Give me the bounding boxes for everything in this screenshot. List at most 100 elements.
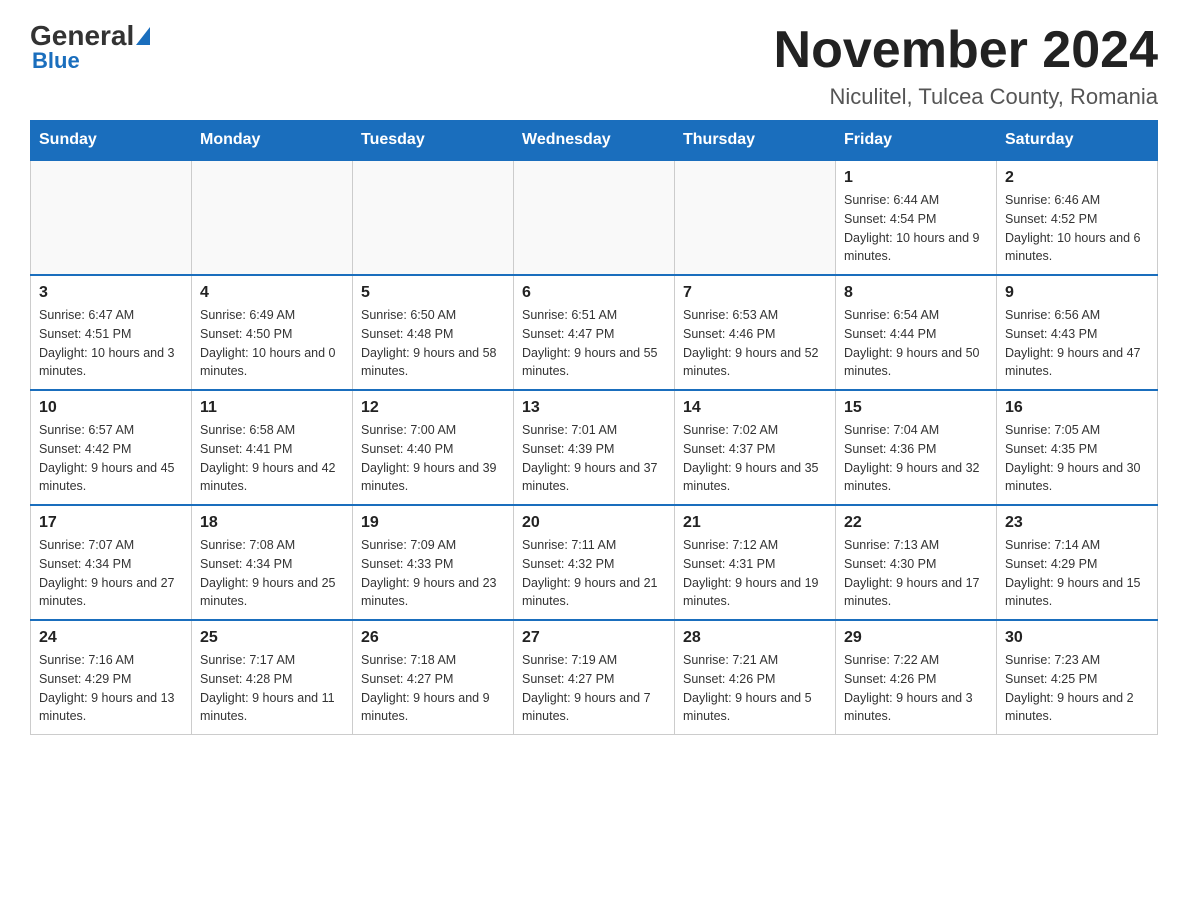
day-header-monday: Monday (192, 121, 353, 161)
calendar-day-9: 9 Sunrise: 6:56 AMSunset: 4:43 PMDaylight… (997, 275, 1158, 390)
calendar-day-15: 15Sunrise: 7:04 AMSunset: 4:36 PMDayligh… (836, 390, 997, 505)
day-info: Sunrise: 7:12 AMSunset: 4:31 PMDaylight:… (683, 536, 827, 611)
day-number: 21 (683, 514, 827, 532)
calendar-day-5: 5 Sunrise: 6:50 AMSunset: 4:48 PMDaylight… (353, 275, 514, 390)
day-info: Sunrise: 7:01 AMSunset: 4:39 PMDaylight:… (522, 421, 666, 496)
calendar-day-2: 2 Sunrise: 6:46 AMSunset: 4:52 PMDaylight… (997, 160, 1158, 275)
day-number: 8 (844, 284, 988, 302)
day-info: Sunrise: 7:07 AMSunset: 4:34 PMDaylight:… (39, 536, 183, 611)
day-header-wednesday: Wednesday (514, 121, 675, 161)
day-info: Sunrise: 7:08 AMSunset: 4:34 PMDaylight:… (200, 536, 344, 611)
title-area: November 2024 Niculitel, Tulcea County, … (774, 20, 1158, 110)
calendar-day-21: 21 Sunrise: 7:12 AMSunset: 4:31 PMDayligh… (675, 505, 836, 620)
day-number: 4 (200, 284, 344, 302)
day-info: Sunrise: 7:05 AMSunset: 4:35 PMDaylight:… (1005, 421, 1149, 496)
calendar-table: SundayMondayTuesdayWednesdayThursdayFrid… (30, 120, 1158, 735)
day-info: Sunrise: 7:17 AMSunset: 4:28 PMDaylight:… (200, 651, 344, 726)
day-info: Sunrise: 6:47 AMSunset: 4:51 PMDaylight:… (39, 306, 183, 381)
calendar-day-20: 20Sunrise: 7:11 AMSunset: 4:32 PMDayligh… (514, 505, 675, 620)
day-number: 27 (522, 629, 666, 647)
calendar-week-row: 17 Sunrise: 7:07 AMSunset: 4:34 PMDayligh… (31, 505, 1158, 620)
calendar-week-row: 24 Sunrise: 7:16 AMSunset: 4:29 PMDayligh… (31, 620, 1158, 735)
day-info: Sunrise: 6:54 AMSunset: 4:44 PMDaylight:… (844, 306, 988, 381)
day-header-thursday: Thursday (675, 121, 836, 161)
day-number: 29 (844, 629, 988, 647)
calendar-empty-cell (192, 160, 353, 275)
calendar-day-23: 23Sunrise: 7:14 AMSunset: 4:29 PMDayligh… (997, 505, 1158, 620)
calendar-day-7: 7 Sunrise: 6:53 AMSunset: 4:46 PMDaylight… (675, 275, 836, 390)
day-number: 7 (683, 284, 827, 302)
day-number: 23 (1005, 514, 1149, 532)
day-number: 9 (1005, 284, 1149, 302)
day-number: 22 (844, 514, 988, 532)
day-number: 3 (39, 284, 183, 302)
logo-arrow-icon (136, 27, 150, 45)
calendar-day-22: 22 Sunrise: 7:13 AMSunset: 4:30 PMDayligh… (836, 505, 997, 620)
day-info: Sunrise: 7:19 AMSunset: 4:27 PMDaylight:… (522, 651, 666, 726)
calendar-subtitle: Niculitel, Tulcea County, Romania (774, 84, 1158, 110)
day-info: Sunrise: 6:44 AMSunset: 4:54 PMDaylight:… (844, 191, 988, 266)
calendar-day-27: 27 Sunrise: 7:19 AMSunset: 4:27 PMDayligh… (514, 620, 675, 735)
day-info: Sunrise: 7:22 AMSunset: 4:26 PMDaylight:… (844, 651, 988, 726)
calendar-empty-cell (353, 160, 514, 275)
calendar-day-17: 17 Sunrise: 7:07 AMSunset: 4:34 PMDayligh… (31, 505, 192, 620)
calendar-day-6: 6 Sunrise: 6:51 AMSunset: 4:47 PMDaylight… (514, 275, 675, 390)
day-number: 12 (361, 399, 505, 417)
calendar-title: November 2024 (774, 20, 1158, 80)
day-number: 28 (683, 629, 827, 647)
logo: General Blue (30, 20, 150, 74)
calendar-day-14: 14 Sunrise: 7:02 AMSunset: 4:37 PMDayligh… (675, 390, 836, 505)
day-info: Sunrise: 6:58 AMSunset: 4:41 PMDaylight:… (200, 421, 344, 496)
calendar-day-10: 10 Sunrise: 6:57 AMSunset: 4:42 PMDayligh… (31, 390, 192, 505)
day-info: Sunrise: 6:51 AMSunset: 4:47 PMDaylight:… (522, 306, 666, 381)
calendar-header-row: SundayMondayTuesdayWednesdayThursdayFrid… (31, 121, 1158, 161)
calendar-day-1: 1 Sunrise: 6:44 AMSunset: 4:54 PMDaylight… (836, 160, 997, 275)
day-info: Sunrise: 7:13 AMSunset: 4:30 PMDaylight:… (844, 536, 988, 611)
calendar-day-8: 8 Sunrise: 6:54 AMSunset: 4:44 PMDaylight… (836, 275, 997, 390)
calendar-day-11: 11 Sunrise: 6:58 AMSunset: 4:41 PMDayligh… (192, 390, 353, 505)
calendar-day-30: 30 Sunrise: 7:23 AMSunset: 4:25 PMDayligh… (997, 620, 1158, 735)
day-info: Sunrise: 7:16 AMSunset: 4:29 PMDaylight:… (39, 651, 183, 726)
day-number: 17 (39, 514, 183, 532)
calendar-week-row: 10 Sunrise: 6:57 AMSunset: 4:42 PMDayligh… (31, 390, 1158, 505)
day-info: Sunrise: 7:11 AMSunset: 4:32 PMDaylight:… (522, 536, 666, 611)
day-info: Sunrise: 7:23 AMSunset: 4:25 PMDaylight:… (1005, 651, 1149, 726)
calendar-day-18: 18 Sunrise: 7:08 AMSunset: 4:34 PMDayligh… (192, 505, 353, 620)
day-header-sunday: Sunday (31, 121, 192, 161)
day-info: Sunrise: 6:50 AMSunset: 4:48 PMDaylight:… (361, 306, 505, 381)
calendar-day-4: 4Sunrise: 6:49 AMSunset: 4:50 PMDaylight… (192, 275, 353, 390)
day-number: 11 (200, 399, 344, 417)
day-info: Sunrise: 7:09 AMSunset: 4:33 PMDaylight:… (361, 536, 505, 611)
calendar-day-24: 24 Sunrise: 7:16 AMSunset: 4:29 PMDayligh… (31, 620, 192, 735)
day-number: 14 (683, 399, 827, 417)
day-info: Sunrise: 7:21 AMSunset: 4:26 PMDaylight:… (683, 651, 827, 726)
calendar-day-29: 29 Sunrise: 7:22 AMSunset: 4:26 PMDayligh… (836, 620, 997, 735)
day-number: 25 (200, 629, 344, 647)
day-number: 2 (1005, 169, 1149, 187)
day-number: 18 (200, 514, 344, 532)
day-number: 30 (1005, 629, 1149, 647)
day-info: Sunrise: 6:57 AMSunset: 4:42 PMDaylight:… (39, 421, 183, 496)
day-info: Sunrise: 7:02 AMSunset: 4:37 PMDaylight:… (683, 421, 827, 496)
day-number: 1 (844, 169, 988, 187)
day-number: 16 (1005, 399, 1149, 417)
day-number: 10 (39, 399, 183, 417)
day-header-tuesday: Tuesday (353, 121, 514, 161)
calendar-day-16: 16 Sunrise: 7:05 AMSunset: 4:35 PMDayligh… (997, 390, 1158, 505)
day-info: Sunrise: 6:46 AMSunset: 4:52 PMDaylight:… (1005, 191, 1149, 266)
day-header-saturday: Saturday (997, 121, 1158, 161)
day-header-friday: Friday (836, 121, 997, 161)
calendar-week-row: 3 Sunrise: 6:47 AMSunset: 4:51 PMDaylight… (31, 275, 1158, 390)
day-number: 13 (522, 399, 666, 417)
day-number: 6 (522, 284, 666, 302)
calendar-week-row: 1 Sunrise: 6:44 AMSunset: 4:54 PMDaylight… (31, 160, 1158, 275)
calendar-day-3: 3 Sunrise: 6:47 AMSunset: 4:51 PMDaylight… (31, 275, 192, 390)
day-number: 5 (361, 284, 505, 302)
header-area: General Blue November 2024 Niculitel, Tu… (30, 20, 1158, 110)
day-info: Sunrise: 6:56 AMSunset: 4:43 PMDaylight:… (1005, 306, 1149, 381)
calendar-day-12: 12Sunrise: 7:00 AMSunset: 4:40 PMDayligh… (353, 390, 514, 505)
day-number: 24 (39, 629, 183, 647)
calendar-empty-cell (675, 160, 836, 275)
calendar-day-25: 25 Sunrise: 7:17 AMSunset: 4:28 PMDayligh… (192, 620, 353, 735)
day-info: Sunrise: 6:53 AMSunset: 4:46 PMDaylight:… (683, 306, 827, 381)
